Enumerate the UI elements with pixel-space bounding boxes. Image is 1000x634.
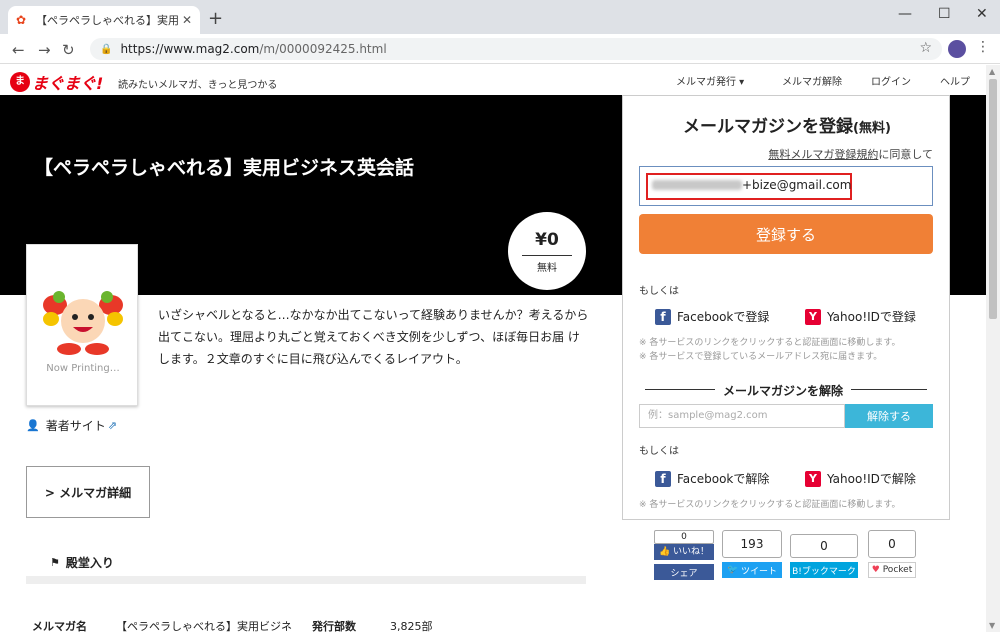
bookmark-star-icon[interactable]: ☆ — [919, 40, 932, 56]
price-label: 無料 — [537, 263, 557, 274]
facebook-unsubscribe-link[interactable]: f Facebookで解除 — [655, 470, 769, 487]
hall-of-fame-label: 殿堂入り — [65, 556, 114, 570]
hatena-share[interactable]: 0 B!ブックマーク — [790, 534, 858, 578]
tweet-button[interactable]: 🐦 ツイート — [722, 562, 782, 578]
site-header: ま まぐまぐ! 読みたいメルマガ、きっと見つかる メルマガ発行 ▾ メルマガ解除… — [0, 65, 986, 95]
email-input[interactable]: +bize@gmail.com — [639, 166, 933, 206]
twitter-count: 193 — [722, 530, 782, 558]
magazine-thumbnail: Now Printing… — [26, 244, 138, 406]
pocket-share[interactable]: 0 ♥ Pocket — [868, 530, 916, 578]
or-label: もしくは — [639, 286, 679, 297]
terms-link[interactable]: 無料メルマガ登録規約 — [768, 148, 878, 161]
mascot-icon — [43, 291, 123, 355]
hall-of-fame-bar — [26, 576, 586, 584]
url-host: https://www.mag2.com — [120, 42, 260, 56]
facebook-share[interactable]: 0 👍 いいね！ シェア — [654, 530, 714, 580]
facebook-icon: f — [655, 470, 671, 487]
mag2-logo[interactable]: ま まぐまぐ! — [10, 70, 103, 94]
unsubscribe-divider: メールマガジンを解除 — [645, 382, 927, 399]
minimize-icon[interactable]: — — [898, 6, 912, 22]
unsubscribe-email-input[interactable]: 例：sample@mag2.com — [639, 404, 845, 428]
email-value: +bize@gmail.com — [742, 178, 852, 192]
magazine-detail-button[interactable]: > メルマガ詳細 — [26, 466, 150, 518]
site-tagline: 読みたいメルマガ、きっと見つかる — [118, 80, 278, 91]
author-site-link[interactable]: 👤 著者サイト ⇗ — [26, 417, 117, 434]
hatena-bookmark-button[interactable]: B!ブックマーク — [790, 562, 858, 578]
reload-icon[interactable]: ↻ — [62, 41, 75, 59]
nav-unsubscribe[interactable]: メルマガ解除 — [782, 73, 842, 88]
facebook-register-link[interactable]: f Facebookで登録 — [655, 308, 769, 325]
yahoo-register-link[interactable]: Y Yahoo!IDで登録 — [805, 308, 916, 325]
unsubscribe-button[interactable]: 解除する — [845, 404, 933, 428]
panel-title: メールマガジンを登録(無料) — [683, 117, 891, 137]
terms-agreement: 無料メルマガ登録規約に同意して — [768, 148, 933, 161]
browser-tab[interactable]: ✿ 【ペラペラしゃべれる】実用ビジネス英 ✕ — [8, 6, 200, 34]
tab-title: 【ペラペラしゃべれる】実用ビジネス英 — [36, 14, 178, 27]
address-bar: ← → ↻ 🔒 https://www.mag2.com/m/000009242… — [0, 34, 1000, 64]
pocket-button[interactable]: ♥ Pocket — [868, 562, 916, 578]
browser-tab-bar: ✿ 【ペラペラしゃべれる】実用ビジネス英 ✕ + — ☐ ✕ — [0, 0, 1000, 34]
logo-text: まぐまぐ! — [32, 74, 104, 93]
author-site-label: 著者サイト — [45, 419, 106, 433]
unsubscribe-note: ※ 各サービスのリンクをクリックすると認証画面に移動します。 — [639, 500, 901, 510]
register-notes: ※ 各サービスのリンクをクリックすると認証画面に移動します。 ※ 各サービスで登… — [639, 338, 901, 362]
twitter-bird-icon: 🐦 — [726, 565, 742, 575]
mag2-favicon-icon: ✿ — [16, 13, 27, 27]
twitter-share[interactable]: 193 🐦 ツイート — [722, 530, 782, 578]
scroll-up-icon[interactable]: ▲ — [989, 67, 995, 76]
flag-icon: ⚑ — [50, 556, 60, 569]
price-divider — [522, 255, 572, 256]
or-label-2: もしくは — [639, 446, 679, 457]
unsubscribe-heading: メールマガジンを解除 — [715, 382, 852, 399]
register-button[interactable]: 登録する — [639, 214, 933, 254]
magazine-title: 【ペラペラしゃべれる】実用ビジネス英会話 — [34, 157, 415, 179]
subscribe-panel: メールマガジンを登録(無料) 無料メルマガ登録規約に同意して +bize@gma… — [622, 95, 950, 520]
facebook-icon: f — [655, 308, 671, 325]
yahoo-icon: Y — [805, 308, 821, 325]
hall-of-fame: ⚑ 殿堂入り — [50, 554, 114, 571]
pocket-icon: ♥ — [871, 565, 883, 575]
yahoo-icon: Y — [805, 470, 821, 487]
nav-help[interactable]: ヘルプ — [940, 73, 970, 88]
maximize-icon[interactable]: ☐ — [938, 6, 951, 22]
page-scrollbar[interactable]: ▲ ▼ — [986, 65, 1000, 632]
browser-menu-icon[interactable]: ⋮ — [976, 39, 990, 55]
hatena-count: 0 — [790, 534, 858, 558]
close-window-icon[interactable]: ✕ — [976, 6, 988, 22]
price-badge: ¥0 無料 — [508, 212, 586, 290]
nav-login[interactable]: ログイン — [871, 73, 911, 88]
nav-publish[interactable]: メルマガ発行 ▾ — [676, 73, 744, 88]
blurred-email-prefix — [652, 180, 742, 190]
logo-mark-icon: ま — [10, 72, 30, 92]
price-amount: ¥0 — [535, 230, 559, 250]
new-tab-button[interactable]: + — [208, 8, 223, 29]
close-tab-icon[interactable]: ✕ — [182, 13, 192, 27]
thumbnail-caption: Now Printing… — [46, 363, 120, 374]
scroll-down-icon[interactable]: ▼ — [989, 621, 995, 630]
yahoo-unsubscribe-link[interactable]: Y Yahoo!IDで解除 — [805, 470, 916, 487]
facebook-like-button[interactable]: 👍 いいね！ — [654, 544, 714, 560]
forward-icon[interactable]: → — [38, 41, 51, 59]
pocket-count: 0 — [868, 530, 916, 558]
lock-icon: 🔒 — [100, 43, 113, 55]
facebook-share-button[interactable]: シェア — [654, 564, 714, 580]
url-path: /m/0000092425.html — [259, 42, 387, 56]
facebook-like-count: 0 — [654, 530, 714, 544]
profile-avatar[interactable] — [948, 40, 966, 58]
back-icon[interactable]: ← — [12, 41, 25, 59]
external-link-icon: ⇗ — [107, 419, 117, 432]
url-field[interactable]: 🔒 https://www.mag2.com/m/0000092425.html… — [90, 38, 942, 60]
person-icon: 👤 — [26, 419, 40, 432]
magazine-description: いざシャベルとなると…なかなか出てこないって経験ありませんか？考えるから出てこな… — [158, 308, 589, 366]
scrollbar-thumb[interactable] — [989, 79, 997, 319]
